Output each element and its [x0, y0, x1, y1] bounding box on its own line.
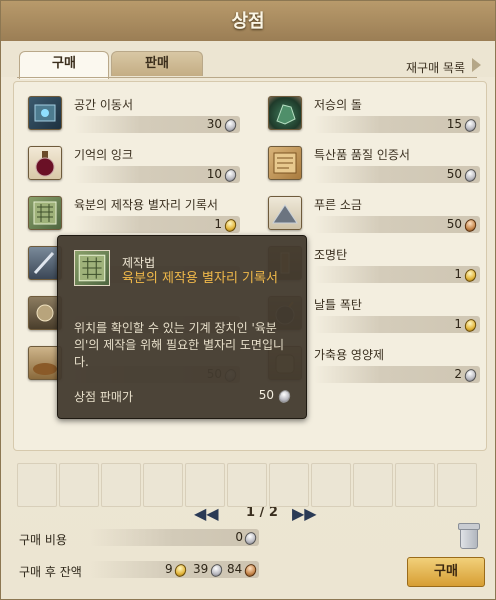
- shop-window: 상점 구매 판매 재구매 목록 공간 이동서 30 저승의 돌 15 기억의 잉…: [0, 0, 496, 600]
- item-name: 저승의 돌: [314, 98, 362, 112]
- silver-coin-icon: [462, 117, 479, 134]
- silver-coin-icon: [276, 388, 293, 405]
- balance-copper-value: 84: [227, 562, 243, 576]
- price-bar: 50: [314, 166, 480, 184]
- tooltip-sell-value: 50: [258, 388, 274, 402]
- silver-coin-icon: [462, 167, 479, 184]
- balance-silver-value: 39: [193, 562, 209, 576]
- copper-coin-icon: [462, 217, 479, 234]
- price-bar: 2: [314, 366, 480, 384]
- item-name: 푸른 소금: [314, 198, 362, 212]
- item-name: 날틀 폭탄: [314, 298, 362, 312]
- purchase-slot[interactable]: [143, 463, 183, 507]
- item-price: 2: [454, 367, 462, 381]
- balance-label: 구매 후 잔액: [19, 565, 82, 579]
- item-name: 기억의 잉크: [74, 148, 134, 162]
- purchase-slot[interactable]: [17, 463, 57, 507]
- trash-icon[interactable]: [457, 523, 480, 549]
- gold-coin-icon: [172, 562, 189, 579]
- tab-divider: [17, 77, 477, 78]
- buy-button[interactable]: 구매: [407, 557, 485, 587]
- balance-gold-value: 9: [165, 562, 173, 576]
- balance-bar: 9 39 84: [89, 561, 259, 579]
- item-price: 15: [446, 117, 462, 131]
- silver-coin-icon: [222, 117, 239, 134]
- item-name: 조명탄: [314, 248, 348, 262]
- purchase-slot[interactable]: [185, 463, 225, 507]
- shop-item[interactable]: 기억의 잉크 10: [20, 142, 240, 192]
- silver-coin-icon: [462, 367, 479, 384]
- price-bar: 30: [74, 116, 240, 134]
- silver-coin-icon: [242, 530, 259, 547]
- certificate-icon: [268, 146, 302, 180]
- salt-pile-icon: [268, 196, 302, 230]
- tooltip-sell-label: 상점 판매가: [74, 390, 134, 404]
- gold-coin-icon: [222, 217, 239, 234]
- tab-sell[interactable]: 판매: [111, 51, 203, 76]
- purchase-slot[interactable]: [437, 463, 477, 507]
- shop-item[interactable]: 특산품 품질 인증서 50: [260, 142, 480, 192]
- gold-coin-icon: [462, 317, 479, 334]
- item-tooltip: 제작법 육분의 제작용 별자리 기록서 위치를 확인할 수 있는 기계 장치인 …: [57, 235, 307, 419]
- gold-coin-icon: [462, 267, 479, 284]
- silver-coin-icon: [222, 167, 239, 184]
- silver-coin-icon: [208, 562, 225, 579]
- scroll-book-icon: [28, 96, 62, 130]
- titlebar[interactable]: 상점: [1, 1, 495, 41]
- window-title: 상점: [231, 11, 265, 32]
- tooltip-item-name: 육분의 제작용 별자리 기록서: [122, 271, 278, 286]
- item-name: 공간 이동서: [74, 98, 134, 112]
- item-price: 1: [454, 267, 462, 281]
- rebuy-list-link[interactable]: 재구매 목록: [406, 59, 465, 76]
- price-bar: 1: [314, 266, 480, 284]
- item-price: 30: [206, 117, 222, 131]
- price-bar: 50: [314, 216, 480, 234]
- purchase-cost-value: 0: [235, 530, 243, 544]
- item-name: 가축용 영양제: [314, 348, 385, 362]
- shop-item[interactable]: 공간 이동서 30: [20, 92, 240, 142]
- ink-bottle-icon: [28, 146, 62, 180]
- purchase-slot[interactable]: [353, 463, 393, 507]
- item-price: 1: [454, 317, 462, 331]
- purchase-slot[interactable]: [311, 463, 351, 507]
- cost-summary: 구매 비용 0 구매 후 잔액 9 39 84: [17, 521, 377, 591]
- item-price: 1: [214, 217, 222, 231]
- purchase-slot[interactable]: [227, 463, 267, 507]
- shop-item[interactable]: 저승의 돌 15: [260, 92, 480, 142]
- tooltip-category: 제작법: [122, 256, 156, 270]
- item-price: 50: [446, 167, 462, 181]
- purchase-slot[interactable]: [101, 463, 141, 507]
- chevron-right-icon[interactable]: [472, 58, 481, 72]
- blueprint-icon: [74, 250, 110, 286]
- stone-icon: [268, 96, 302, 130]
- purchase-slot[interactable]: [395, 463, 435, 507]
- purchase-slot[interactable]: [59, 463, 99, 507]
- item-name: 특산품 품질 인증서: [314, 148, 410, 162]
- tooltip-description: 위치를 확인할 수 있는 기계 장치인 '육분의'의 제작을 위해 필요한 별자…: [74, 321, 285, 369]
- price-bar: 15: [314, 116, 480, 134]
- item-price: 10: [206, 167, 222, 181]
- price-bar: 10: [74, 166, 240, 184]
- purchase-cost-label: 구매 비용: [19, 533, 67, 547]
- copper-coin-icon: [242, 562, 259, 579]
- item-price: 50: [446, 217, 462, 231]
- price-bar: 1: [74, 216, 240, 234]
- trash-bin: [460, 529, 478, 549]
- purchase-slots: [17, 463, 479, 509]
- item-name: 육분의 제작용 별자리 기록서: [74, 198, 218, 212]
- tab-buy[interactable]: 구매: [19, 51, 109, 79]
- purchase-cost-bar: 0: [89, 529, 259, 547]
- blueprint-icon: [28, 196, 62, 230]
- purchase-slot[interactable]: [269, 463, 309, 507]
- price-bar: 1: [314, 316, 480, 334]
